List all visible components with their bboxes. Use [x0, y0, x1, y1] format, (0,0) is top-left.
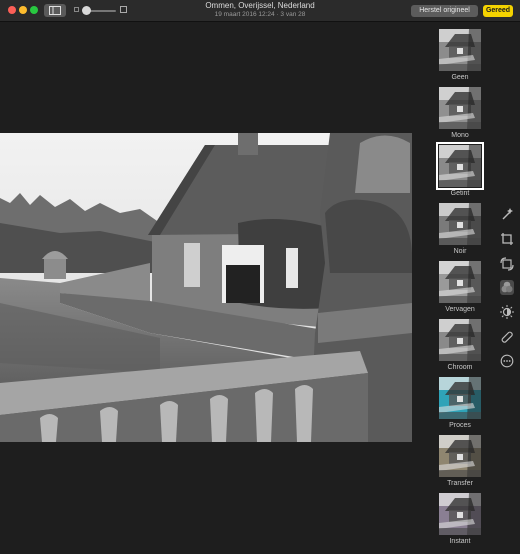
tool-retouch[interactable] [500, 330, 514, 344]
adjust-icon [500, 305, 514, 319]
filter-label: Noir [453, 248, 467, 255]
rotate-icon [500, 257, 514, 271]
more-icon [500, 354, 514, 368]
filter-option[interactable]: Geen [438, 29, 482, 81]
tool-rotate[interactable] [500, 257, 514, 271]
filter-label: Transfer [447, 480, 473, 487]
filter-option[interactable]: Transfer [438, 435, 482, 487]
close-window-button[interactable] [8, 6, 16, 14]
filters-icon [501, 281, 513, 293]
filter-option[interactable]: Proces [438, 377, 482, 429]
filter-thumbnail [439, 261, 481, 303]
filter-option[interactable]: Instant [438, 493, 482, 545]
retouch-icon [501, 331, 513, 343]
filter-thumbnail [439, 319, 481, 361]
window-title: Ommen, Overijssel, Nederland [205, 1, 315, 10]
zoom-out-icon [74, 7, 79, 12]
filter-label: Geen [451, 74, 469, 81]
filter-label: Instant [449, 538, 471, 545]
tool-filters[interactable] [500, 280, 514, 295]
crop-icon [501, 233, 513, 245]
sidebar-icon [49, 6, 61, 15]
photo-canvas[interactable] [0, 133, 412, 442]
filter-label: Vervagen [445, 306, 475, 313]
filter-option[interactable]: Noir [438, 203, 482, 255]
filter-thumbnail [439, 377, 481, 419]
filter-label: Proces [449, 422, 471, 429]
filter-label: Chroom [447, 364, 473, 371]
photo-image [0, 133, 412, 442]
filter-thumbnail [439, 493, 481, 535]
zoom-slider-knob[interactable] [82, 6, 91, 15]
title-bar: Ommen, Overijssel, Nederland 19 maart 20… [0, 0, 520, 22]
sidebar-toggle-button[interactable] [44, 4, 66, 17]
done-button[interactable]: Gereed [483, 5, 513, 17]
filter-thumbnail [439, 87, 481, 129]
filter-thumbnail [439, 203, 481, 245]
window-subtitle: 19 maart 2016 12:24 · 3 van 28 [214, 11, 306, 18]
filter-option[interactable]: Getint [436, 142, 484, 197]
filter-option[interactable]: Vervagen [438, 261, 482, 313]
zoom-in-icon [120, 6, 127, 13]
filter-label: Getint [450, 190, 470, 197]
filter-label: Mono [451, 132, 469, 139]
tool-more[interactable] [500, 354, 514, 368]
fullscreen-window-button[interactable] [30, 6, 38, 14]
minimize-window-button[interactable] [19, 6, 27, 14]
filter-thumbnail [439, 29, 481, 71]
filter-option[interactable]: Mono [438, 87, 482, 139]
filter-option[interactable]: Chroom [438, 319, 482, 371]
filter-thumbnail [439, 435, 481, 477]
tool-crop[interactable] [500, 232, 514, 246]
tool-enhance[interactable] [500, 207, 514, 221]
restore-original-button[interactable]: Herstel origineel [411, 5, 478, 17]
tool-adjust[interactable] [500, 305, 514, 319]
magic-wand-icon [502, 208, 513, 220]
filter-thumbnail [436, 142, 484, 190]
